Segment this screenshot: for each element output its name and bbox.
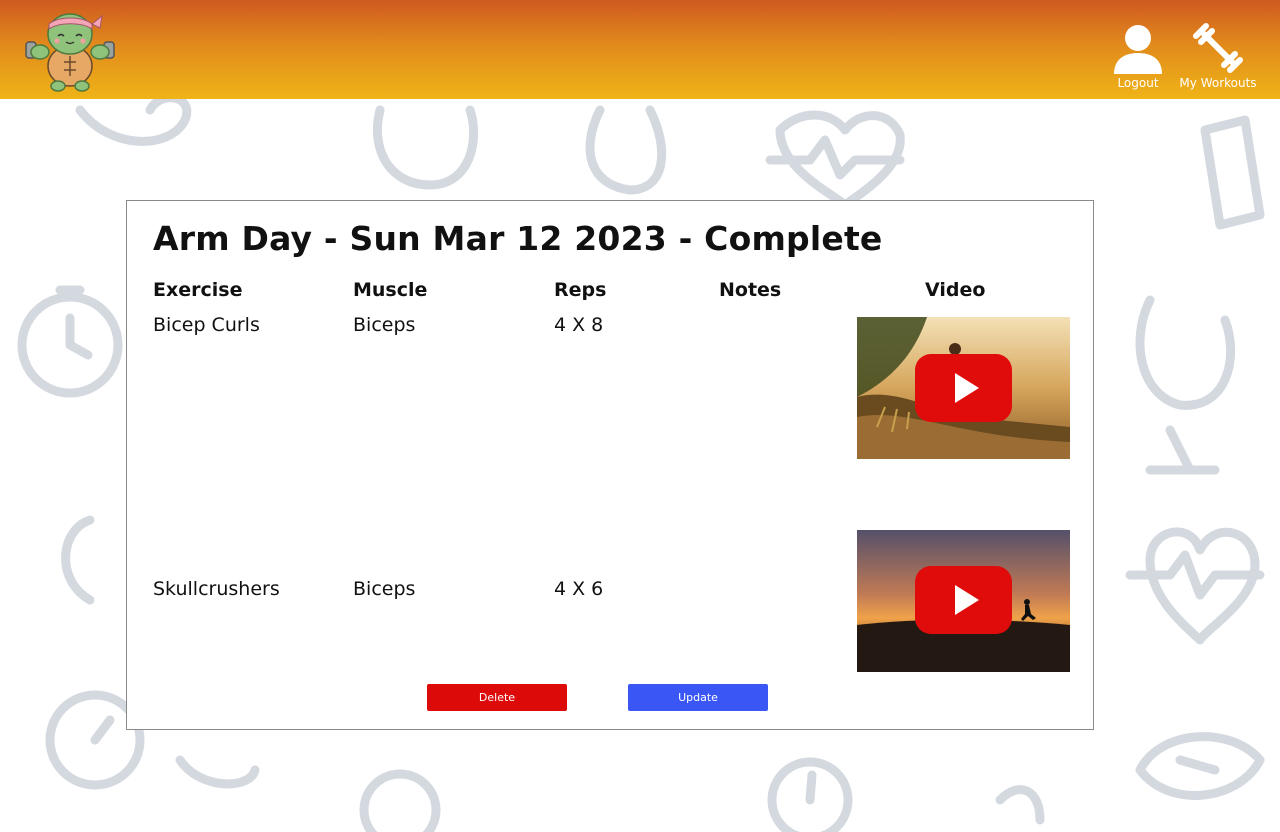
exercise-cell: Bicep Curls — [153, 314, 260, 336]
logout-button[interactable]: Logout — [1112, 22, 1164, 90]
muscle-cell: Biceps — [353, 314, 416, 336]
workout-card: Arm Day - Sun Mar 12 2023 - Complete Exe… — [126, 200, 1094, 730]
my-workouts-label: My Workouts — [1179, 76, 1257, 90]
column-header-reps: Reps — [554, 279, 607, 301]
reps-cell: 4 X 8 — [554, 314, 604, 336]
delete-button[interactable]: Delete — [427, 684, 567, 711]
logout-label: Logout — [1117, 76, 1159, 90]
exercise-cell: Skullcrushers — [153, 578, 280, 600]
video-thumbnail[interactable] — [857, 530, 1070, 672]
user-icon — [1114, 25, 1162, 74]
column-header-video: Video — [925, 279, 986, 301]
dumbbell-icon — [1193, 23, 1243, 73]
column-header-exercise: Exercise — [153, 279, 243, 301]
my-workouts-button[interactable]: My Workouts — [1178, 22, 1258, 90]
update-button[interactable]: Update — [628, 684, 768, 711]
column-header-notes: Notes — [719, 279, 782, 301]
app-header: Logout My Workouts — [0, 0, 1280, 99]
reps-cell: 4 X 6 — [554, 578, 604, 600]
column-header-muscle: Muscle — [353, 279, 428, 301]
workout-title: Arm Day - Sun Mar 12 2023 - Complete — [153, 219, 883, 258]
muscle-cell: Biceps — [353, 578, 416, 600]
turtle-mascot-logo[interactable] — [24, 4, 116, 94]
video-thumbnail[interactable] — [857, 317, 1070, 459]
